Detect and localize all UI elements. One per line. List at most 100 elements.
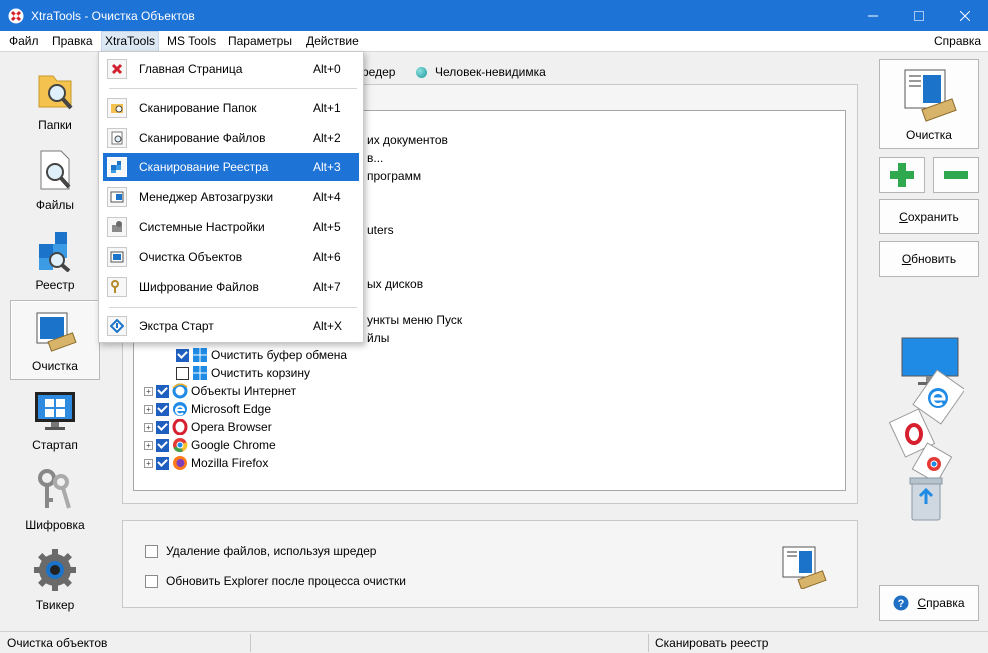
sidebar-item-startup[interactable]: Стартап <box>10 380 100 460</box>
sidebar-item-label: Очистка <box>32 359 78 373</box>
save-button-label: Сохранить <box>899 209 959 224</box>
registry-cubes-icon <box>39 232 71 272</box>
checkbox-edge[interactable] <box>156 402 169 416</box>
checkbox-firefox[interactable] <box>156 456 169 470</box>
minimize-icon <box>868 15 878 16</box>
options-panel: Удаление файлов, используя шредер Обнови… <box>122 520 858 608</box>
sidebar-item-label: Стартап <box>32 438 78 452</box>
tree-item[interactable]: йлы <box>367 329 389 347</box>
sidebar-item-registry[interactable]: Реестр <box>10 220 100 300</box>
tree-item[interactable]: в... <box>367 149 383 167</box>
chrome-logo-icon <box>173 438 188 453</box>
menu-edit[interactable]: Правка <box>49 31 96 52</box>
checkbox-recycle-bin[interactable] <box>176 366 189 380</box>
tree-row-chrome[interactable]: + Google Chrome <box>144 436 276 454</box>
menu-item-home[interactable]: Главная Страница Alt+0 <box>103 55 359 83</box>
sidebar-item-label: Реестр <box>35 278 75 292</box>
menu-bar: Файл Правка XtraTools MS Tools Параметры… <box>0 31 988 52</box>
menu-item-scan-folders[interactable]: Сканирование Папок Alt+1 <box>103 94 359 122</box>
menu-item-startup-manager[interactable]: Менеджер Автозагрузки Alt+4 <box>103 183 359 211</box>
xtratools-logo-icon <box>107 59 127 79</box>
checkbox-shredder[interactable] <box>145 544 158 558</box>
status-left: Очистка объектов <box>7 636 108 650</box>
sidebar-item-label: Шифровка <box>25 518 85 532</box>
gear-icon <box>34 549 76 591</box>
tree-row-edge[interactable]: + Microsoft Edge <box>144 400 271 418</box>
menu-item-file-encryption[interactable]: Шифрование Файлов Alt+7 <box>103 273 359 301</box>
windows-logo-icon <box>193 366 207 380</box>
sidebar-item-label: Папки <box>38 118 72 132</box>
checkbox-refresh-explorer[interactable] <box>145 574 158 588</box>
menu-xtratools[interactable]: XtraTools <box>101 31 160 52</box>
add-button[interactable] <box>879 157 925 193</box>
tree-item[interactable]: ых дисков <box>367 275 423 293</box>
expand-icon[interactable]: + <box>144 404 153 414</box>
tree-item[interactable]: uters <box>367 221 394 239</box>
maximize-button[interactable] <box>896 0 942 31</box>
xtratools-logo-icon <box>8 8 24 23</box>
status-separator <box>250 634 251 652</box>
tree-row-internet-objects[interactable]: + Объекты Интернет <box>144 382 296 400</box>
menu-item-system-settings[interactable]: Системные Настройки Alt+5 <box>103 213 359 241</box>
tree-item[interactable]: программ <box>367 167 421 185</box>
tree-row-opera[interactable]: + Opera Browser <box>144 418 272 436</box>
sidebar-item-tweaker[interactable]: Твикер <box>10 540 100 620</box>
menu-action[interactable]: Действие <box>303 31 362 52</box>
status-right: Сканировать реестр <box>655 636 769 650</box>
tree-item-label: Opera Browser <box>191 420 272 434</box>
remove-button[interactable] <box>933 157 979 193</box>
tab-shredder[interactable]: редер <box>362 62 395 82</box>
menu-help[interactable]: Справка <box>931 31 984 52</box>
expand-icon[interactable]: + <box>144 422 153 432</box>
keys-icon <box>38 469 71 509</box>
sidebar-item-files[interactable]: Файлы <box>10 140 100 220</box>
refresh-button[interactable]: Обновить <box>879 241 979 277</box>
clean-button[interactable]: Очистка <box>879 59 979 149</box>
close-button[interactable] <box>942 0 988 31</box>
registry-cubes-icon <box>107 157 127 177</box>
tree-item-label: Microsoft Edge <box>191 402 272 416</box>
checkbox-chrome[interactable] <box>156 438 169 452</box>
expand-icon[interactable]: + <box>144 440 153 450</box>
tree-row-clipboard[interactable]: Очистить буфер обмена <box>176 346 347 364</box>
checkbox-internet-objects[interactable] <box>156 384 169 398</box>
save-button[interactable]: Сохранить <box>879 199 979 234</box>
menu-item-scan-registry[interactable]: Сканирование Реестра Alt+3 <box>103 153 359 181</box>
menu-mstools[interactable]: MS Tools <box>164 31 219 52</box>
checkbox-clipboard[interactable] <box>176 348 189 362</box>
menu-file[interactable]: Файл <box>6 31 42 52</box>
menu-parameters[interactable]: Параметры <box>225 31 295 52</box>
sidebar-item-encryption[interactable]: Шифровка <box>10 460 100 540</box>
tree-item-label: Mozilla Firefox <box>191 456 269 470</box>
cleanup-window-icon <box>782 546 827 589</box>
tab-invisible-man[interactable]: Человек-невидимка <box>416 62 546 82</box>
tree-item-label: Очистить буфер обмена <box>211 348 348 362</box>
window-title: XtraTools - Очистка Объектов <box>31 8 195 23</box>
sidebar-item-cleanup[interactable]: Очистка <box>10 300 100 380</box>
tree-row-recycle-bin[interactable]: Очистить корзину <box>176 364 310 382</box>
checkbox-opera[interactable] <box>156 420 169 434</box>
option-shredder[interactable]: Удаление файлов, используя шредер <box>145 543 376 559</box>
opera-logo-icon <box>172 419 188 435</box>
option-refresh-explorer[interactable]: Обновить Explorer после процесса очистки <box>145 573 406 589</box>
tree-item[interactable]: их документов <box>367 131 448 149</box>
tree-row-firefox[interactable]: + Mozilla Firefox <box>144 454 268 472</box>
firefox-logo-icon <box>173 456 187 470</box>
menu-item-object-cleanup[interactable]: Очистка Объектов Alt+6 <box>103 243 359 271</box>
expand-icon[interactable]: + <box>144 386 153 396</box>
sidebar: Папки Файлы Реестр Очистка Стартап Шифро… <box>10 60 100 626</box>
tree-item-label: Очистить корзину <box>211 366 310 380</box>
tree-item-label: Объекты Интернет <box>191 384 297 398</box>
title-bar: XtraTools - Очистка Объектов <box>0 0 988 31</box>
folder-search-icon <box>107 98 127 118</box>
cleanup-window-icon <box>904 69 957 122</box>
menu-item-extra-start[interactable]: Экстра Старт Alt+X <box>103 312 359 340</box>
cleanup-window-icon <box>36 312 77 352</box>
windows-monitor-icon <box>35 392 75 430</box>
menu-item-scan-files[interactable]: Сканирование Файлов Alt+2 <box>103 124 359 152</box>
sidebar-item-folders[interactable]: Папки <box>10 60 100 140</box>
minimize-button[interactable] <box>850 0 896 31</box>
help-button[interactable]: ? Справка <box>879 585 979 621</box>
expand-icon[interactable]: + <box>144 458 153 468</box>
tree-item[interactable]: ункты меню Пуск <box>367 311 462 329</box>
